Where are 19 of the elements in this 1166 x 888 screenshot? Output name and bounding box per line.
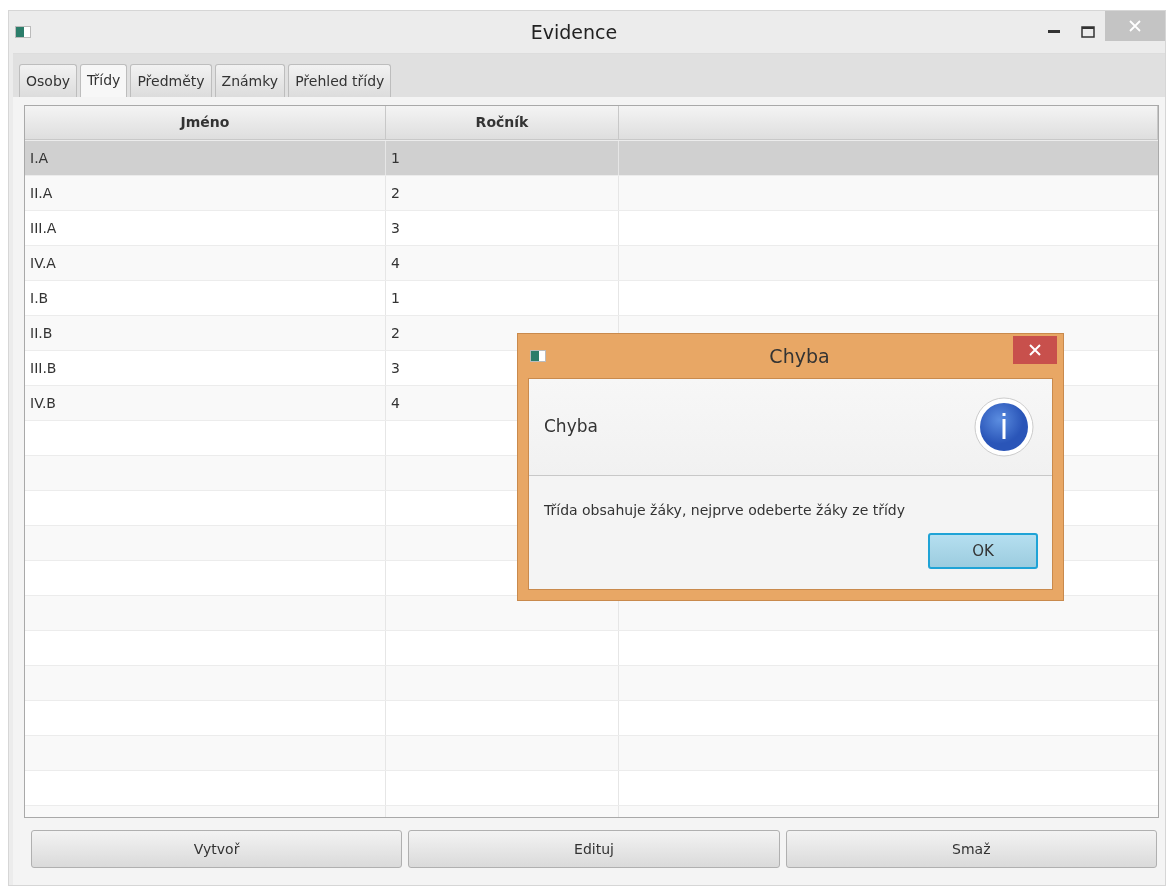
table-cell-text: 1 [391,148,400,168]
table-cell-text: 4 [391,253,400,273]
table-cell-text: 2 [391,323,400,343]
table-cell-text: 4 [391,393,400,413]
dialog-title: Chyba [768,343,831,369]
table-cell-text: II.A [30,183,53,203]
table-cell-text: I.A [30,148,49,168]
window-title: Evidence [529,19,619,45]
table-cell-text: IV.A [30,253,56,273]
table-cell-text: 1 [391,288,400,308]
table-cell-text: 3 [391,358,400,378]
table-cell-text: 3 [391,218,400,238]
table-cell-text: I.B [30,288,49,308]
table-cell-text: II.B [30,323,53,343]
table-cell-text: III.B [30,358,57,378]
table-cell-text: III.A [30,218,57,238]
table-cell-text: IV.B [30,393,56,413]
dialog-message: Třída obsahuje žáky, nejprve odeberte žáky ze třídy [543,501,907,520]
table-cell-text: 2 [391,183,400,203]
